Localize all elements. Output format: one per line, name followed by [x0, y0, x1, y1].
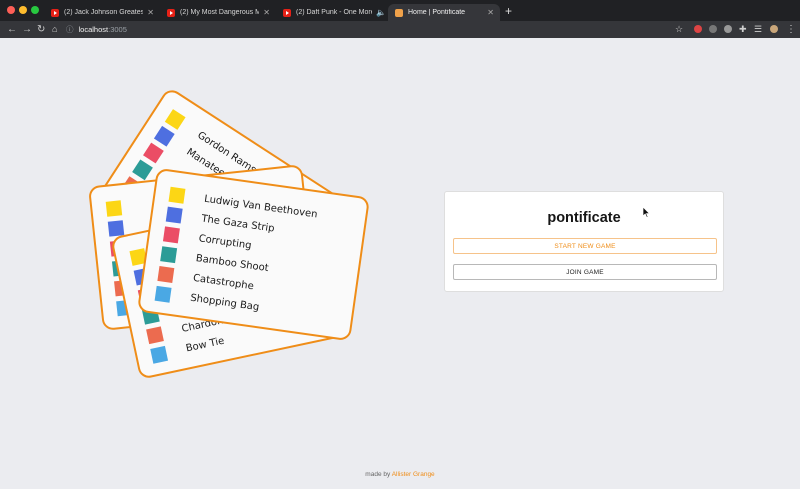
avatar[interactable] — [770, 25, 778, 33]
category-square-icon — [154, 285, 172, 303]
youtube-icon — [167, 8, 175, 17]
extension-icon[interactable] — [724, 25, 732, 33]
card-word: Shopping Bag — [189, 292, 260, 313]
pontificate-icon — [395, 8, 403, 17]
close-tab-icon[interactable]: ✕ — [487, 8, 494, 17]
category-square-icon — [107, 219, 125, 237]
reload-icon[interactable]: ↻ — [37, 21, 45, 38]
close-tab-icon[interactable]: ✕ — [263, 8, 270, 17]
youtube-icon — [283, 8, 291, 17]
browser-tab-3[interactable]: (2) Daft Punk - One More Time 🔈 — [276, 4, 388, 21]
forward-icon[interactable]: → — [22, 21, 32, 38]
mouse-cursor-icon — [643, 207, 651, 218]
browser-tab-1[interactable]: (2) Jack Johnson Greatest Hits ✕ — [44, 4, 160, 21]
browser-tab-bar: (2) Jack Johnson Greatest Hits ✕ (2) My … — [0, 0, 800, 21]
category-square-icon — [160, 245, 178, 263]
speaker-icon: 🔈 — [376, 8, 386, 17]
extension-icon[interactable] — [709, 25, 717, 33]
page-title: pontificate — [547, 210, 621, 226]
card-word: Corrupting — [197, 232, 253, 252]
url-host: localhost — [78, 25, 109, 34]
join-game-button[interactable]: JOIN GAME — [453, 264, 717, 280]
category-square-icon — [105, 199, 123, 217]
author-link[interactable]: Allister Grange — [392, 471, 435, 478]
puzzle-icon[interactable]: ✚ — [739, 21, 747, 38]
start-new-game-button[interactable]: START NEW GAME — [453, 238, 717, 254]
bookmark-star-icon[interactable]: ☆ — [675, 21, 683, 38]
close-tab-icon[interactable]: ✕ — [147, 8, 154, 17]
home-icon[interactable]: ⌂ — [52, 21, 57, 38]
youtube-icon — [51, 8, 59, 17]
category-square-icon — [168, 186, 186, 204]
browser-tab-active[interactable]: Home | Pontificate ✕ — [388, 4, 500, 21]
category-square-icon — [150, 345, 168, 364]
game-card-front: Ludwig Van Beethoven The Gaza Strip Corrup… — [136, 167, 371, 342]
maximize-window-icon[interactable] — [31, 6, 39, 14]
info-icon: ⓘ — [66, 25, 74, 34]
category-square-icon — [163, 225, 180, 243]
back-icon[interactable]: ← — [7, 21, 17, 38]
home-panel: pontificate START NEW GAME JOIN GAME — [444, 191, 724, 292]
footer: made by Allister Grange — [0, 471, 800, 478]
footer-prefix: made by — [365, 471, 391, 478]
extension-icon[interactable] — [694, 25, 702, 33]
category-square-icon — [165, 206, 183, 224]
reading-list-icon[interactable]: ☰ — [754, 21, 762, 38]
close-window-icon[interactable] — [7, 6, 15, 14]
url-port: :3005 — [108, 25, 127, 34]
card-word: Bow Tie — [184, 335, 226, 355]
category-square-icon — [157, 265, 175, 283]
address-bar[interactable]: ⓘ localhost:3005 — [66, 23, 694, 36]
minimize-window-icon[interactable] — [19, 6, 27, 14]
menu-icon[interactable]: ⋮ — [786, 21, 796, 38]
category-square-icon — [145, 325, 164, 344]
browser-tab-2[interactable]: (2) My Most Dangerous Mine Dive ✕ — [160, 4, 276, 21]
new-tab-icon[interactable]: + — [505, 5, 512, 17]
